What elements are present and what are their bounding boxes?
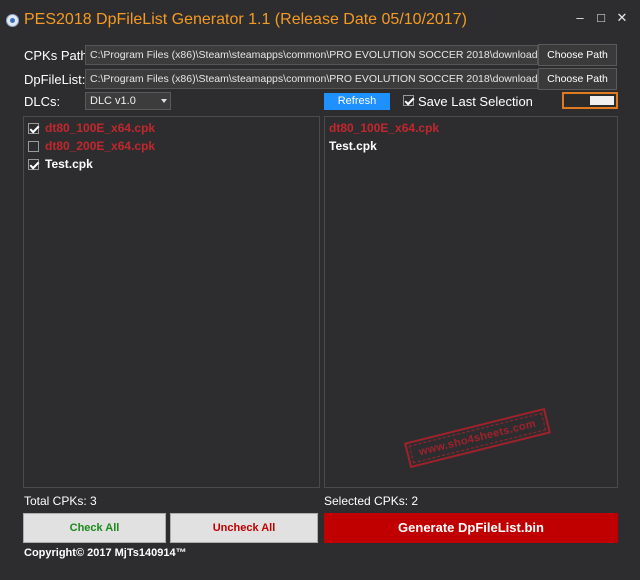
item-checkbox[interactable] bbox=[28, 159, 39, 170]
save-last-selection-checkbox[interactable] bbox=[403, 95, 414, 106]
save-last-selection-label[interactable]: Save Last Selection bbox=[418, 94, 533, 109]
copyright-text: Copyright© 2017 MjTs140914™ bbox=[24, 547, 187, 559]
item-label: dt80_100E_x64.cpk bbox=[45, 121, 156, 135]
refresh-button[interactable]: Refresh bbox=[324, 93, 390, 110]
selected-list-item[interactable]: dt80_100E_x64.cpk bbox=[329, 121, 439, 135]
item-label: Test.cpk bbox=[45, 157, 93, 171]
selected-list-item[interactable]: Test.cpk bbox=[329, 139, 377, 153]
chevron-down-icon bbox=[161, 99, 167, 103]
choose-cpks-path-button[interactable]: Choose Path bbox=[538, 44, 617, 66]
item-checkbox[interactable] bbox=[28, 123, 39, 134]
title-bar: PES2018 DpFileList Generator 1.1 (Releas… bbox=[0, 0, 640, 44]
uncheck-all-button[interactable]: Uncheck All bbox=[170, 513, 318, 543]
list-item[interactable]: dt80_200E_x64.cpk bbox=[27, 138, 317, 156]
dpfilelist-label: DpFileList: bbox=[24, 72, 86, 87]
dlc-select-value: DLC v1.0 bbox=[90, 95, 136, 107]
item-label: dt80_200E_x64.cpk bbox=[45, 139, 156, 153]
app-icon bbox=[6, 14, 19, 27]
minimize-button[interactable]: – bbox=[572, 10, 588, 26]
total-cpks-label: Total CPKs: 3 bbox=[24, 494, 97, 508]
close-button[interactable]: ✕ bbox=[614, 10, 630, 26]
cpks-path-field[interactable]: C:\Program Files (x86)\Steam\steamapps\c… bbox=[85, 45, 538, 65]
list-item[interactable]: Test.cpk bbox=[27, 156, 317, 174]
dlcs-label: DLCs: bbox=[24, 94, 61, 109]
cpks-path-label: CPKs Path: bbox=[24, 48, 92, 63]
dpfilelist-path-field[interactable]: C:\Program Files (x86)\Steam\steamapps\c… bbox=[85, 69, 538, 89]
generate-button[interactable]: Generate DpFileList.bin bbox=[324, 513, 618, 543]
dlc-select[interactable]: DLC v1.0 bbox=[85, 92, 171, 110]
cpk-list-panel: dt80_100E_x64.cpk dt80_200E_x64.cpk Test… bbox=[23, 116, 320, 488]
selected-cpks-label: Selected CPKs: 2 bbox=[324, 494, 419, 508]
theme-toggle[interactable] bbox=[562, 92, 618, 109]
window-title: PES2018 DpFileList Generator 1.1 (Releas… bbox=[24, 11, 467, 28]
toggle-knob bbox=[590, 96, 614, 105]
check-all-button[interactable]: Check All bbox=[23, 513, 166, 543]
list-item[interactable]: dt80_100E_x64.cpk bbox=[27, 120, 317, 138]
maximize-button[interactable]: □ bbox=[593, 10, 609, 26]
choose-dpfilelist-path-button[interactable]: Choose Path bbox=[538, 68, 617, 90]
item-checkbox[interactable] bbox=[28, 141, 39, 152]
